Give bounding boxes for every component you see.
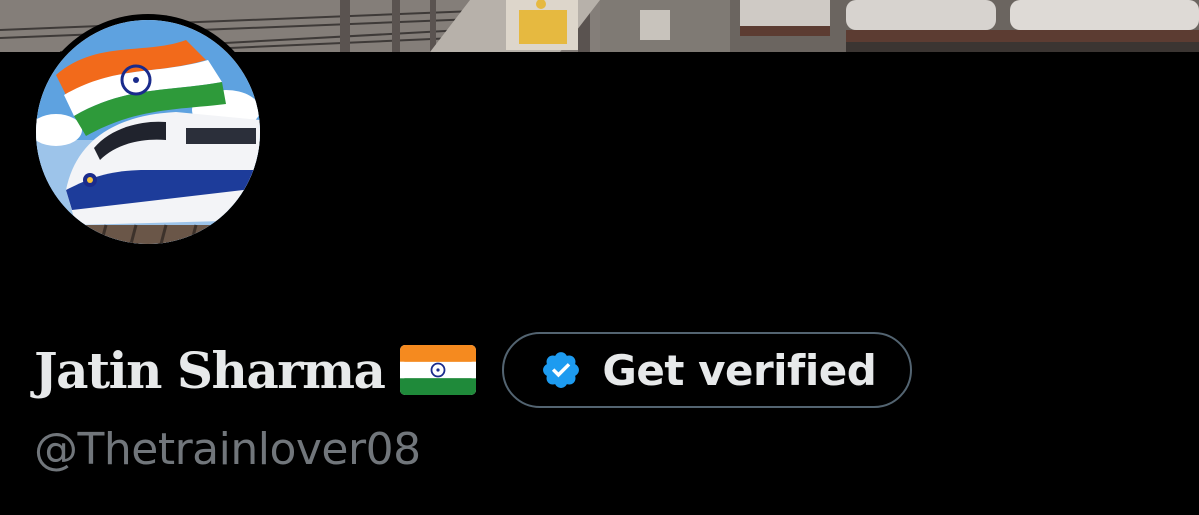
profile-handle: @Thetrainlover08 (34, 424, 421, 475)
get-verified-button[interactable]: Get verified (502, 332, 913, 408)
profile-avatar[interactable] (30, 14, 266, 250)
get-verified-label: Get verified (602, 345, 877, 395)
profile-name-row: Jatin Sharma Get verified (34, 330, 913, 410)
indian-flag-icon (400, 345, 477, 395)
avatar-vande-bharat-train-image (36, 20, 260, 244)
verified-badge-icon (543, 352, 580, 388)
profile-display-name: Jatin Sharma (34, 340, 386, 400)
